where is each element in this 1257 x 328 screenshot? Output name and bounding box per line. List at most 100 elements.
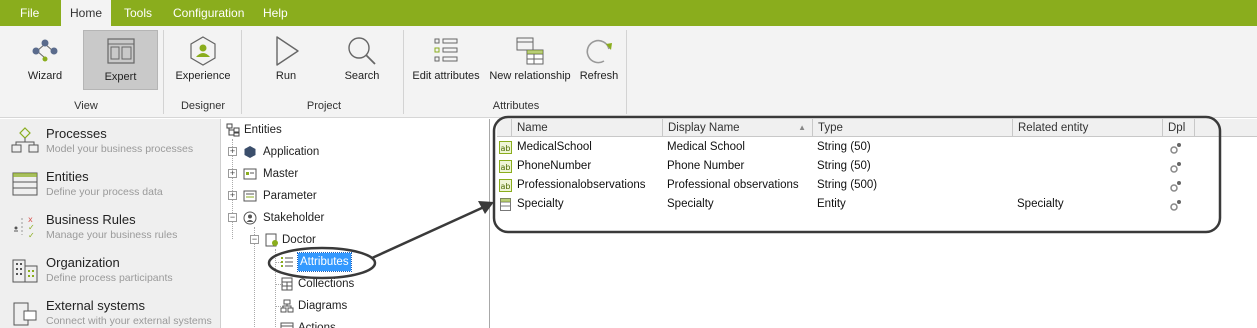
cell-name: MedicalSchool <box>517 141 592 153</box>
svg-text:✓: ✓ <box>28 231 35 240</box>
search-icon <box>345 34 379 71</box>
gear-icon[interactable] <box>1169 141 1183 155</box>
column-header-display-name[interactable]: Display Name ▲ <box>663 119 813 137</box>
external-systems-icon <box>10 297 40 327</box>
group-label-attributes: Attributes <box>492 100 540 112</box>
table-row[interactable]: Specialty Specialty Entity Specialty <box>497 195 1257 214</box>
cell-display-name: Specialty <box>667 198 714 210</box>
table-row[interactable]: ab MedicalSchool Medical School String (… <box>497 138 1257 157</box>
gear-icon[interactable] <box>1169 179 1183 193</box>
nav-item-external-systems[interactable]: External systems Connect with your exter… <box>0 291 220 328</box>
column-header-label: Display Name <box>668 122 740 134</box>
refresh-button[interactable]: Refresh <box>577 30 621 86</box>
edit-attributes-icon <box>429 34 463 71</box>
cell-name: Professionalobservations <box>517 179 646 191</box>
tree-node-label: Master <box>263 168 299 180</box>
tree-node-label: Stakeholder <box>263 212 325 224</box>
ribbon-separator <box>163 30 164 114</box>
nav-item-business-rules[interactable]: x ✓ ✓ Business Rules Manage your busines… <box>0 205 220 248</box>
actions-icon <box>280 321 294 328</box>
nav-item-processes[interactable]: Processes Model your business processes <box>0 119 220 162</box>
group-label-view: View <box>74 100 98 112</box>
table-row[interactable]: ab PhoneNumber Phone Number String (50) <box>497 157 1257 176</box>
attributes-grid: Name Display Name ▲ Type Related entity … <box>491 119 1257 328</box>
master-entity-icon <box>243 167 257 181</box>
cell-display-name: Professional observations <box>667 179 799 191</box>
stakeholder-icon <box>243 211 257 225</box>
column-header-type[interactable]: Type <box>813 119 1013 137</box>
search-button[interactable]: Search <box>334 30 390 86</box>
column-header-related-entity[interactable]: Related entity <box>1013 119 1163 137</box>
nav-title: Entities <box>46 169 89 184</box>
nav-item-entities[interactable]: Entities Define your process data <box>0 162 220 205</box>
experience-icon <box>186 34 220 71</box>
menu-file[interactable]: File <box>20 0 39 26</box>
nav-title: External systems <box>46 298 145 313</box>
edit-attributes-label: Edit attributes <box>412 70 480 82</box>
expert-icon <box>104 35 138 72</box>
diagrams-icon <box>280 299 294 313</box>
svg-text:ab: ab <box>501 144 511 153</box>
edit-attributes-button[interactable]: Edit attributes <box>410 30 482 86</box>
gear-icon[interactable] <box>1169 198 1183 212</box>
experience-button[interactable]: Experience <box>172 30 234 86</box>
nav-subtitle: Model your business processes <box>46 143 194 155</box>
nav-subtitle: Connect with your external systems <box>46 315 212 327</box>
refresh-label: Refresh <box>579 70 619 82</box>
group-label-project: Project <box>306 100 342 112</box>
tree-node-label: Application <box>263 146 320 158</box>
cell-type: String (500) <box>817 179 878 191</box>
collapse-icon[interactable]: − <box>228 213 237 222</box>
ribbon: Wizard Expert View Experience Designer R… <box>0 26 1257 118</box>
tree-node-label: Doctor <box>282 234 316 246</box>
cell-type: Entity <box>817 198 846 210</box>
entities-icon <box>10 168 40 198</box>
cell-name: Specialty <box>517 198 564 210</box>
expand-icon[interactable]: + <box>228 191 237 200</box>
nav-title: Processes <box>46 126 107 141</box>
ribbon-separator <box>241 30 242 114</box>
cell-display-name: Phone Number <box>667 160 745 172</box>
left-nav: Processes Model your business processes … <box>0 119 221 328</box>
run-label: Run <box>275 70 297 82</box>
menu-help[interactable]: Help <box>263 0 288 26</box>
expand-icon[interactable]: + <box>228 147 237 156</box>
hexagon-icon <box>243 145 257 159</box>
wizard-button[interactable]: Wizard <box>14 30 76 86</box>
expert-button[interactable]: Expert <box>83 30 158 90</box>
menu-configuration[interactable]: Configuration <box>173 0 244 26</box>
new-relationship-icon <box>513 34 547 71</box>
tree-node-label: Attributes <box>297 252 352 272</box>
menu-home[interactable]: Home <box>61 0 111 26</box>
string-attribute-icon: ab <box>499 179 512 192</box>
gear-icon[interactable] <box>1169 160 1183 174</box>
entity-attribute-icon <box>499 198 512 211</box>
grid-header: Name Display Name ▲ Type Related entity … <box>497 119 1257 137</box>
column-header-dpl[interactable]: Dpl <box>1163 119 1195 137</box>
expand-icon[interactable]: + <box>228 169 237 178</box>
column-header-name[interactable]: Name <box>512 119 663 137</box>
search-label: Search <box>344 70 380 82</box>
svg-text:ab: ab <box>501 163 511 172</box>
collapse-icon[interactable]: − <box>250 235 259 244</box>
cell-type: String (50) <box>817 160 871 172</box>
organization-icon <box>10 254 40 284</box>
ribbon-separator <box>626 30 627 114</box>
nav-subtitle: Define process participants <box>46 272 173 284</box>
run-button[interactable]: Run <box>258 30 314 86</box>
nav-item-organization[interactable]: Organization Define process participants <box>0 248 220 291</box>
run-icon <box>269 34 303 71</box>
tree-node-label: Collections <box>298 278 355 290</box>
nav-title: Organization <box>46 255 120 270</box>
menu-tools[interactable]: Tools <box>124 0 152 26</box>
cell-display-name: Medical School <box>667 141 745 153</box>
parameter-entity-icon <box>243 189 257 203</box>
entity-tree: Entities + Application + Master + Parame… <box>222 119 490 328</box>
collections-icon <box>280 277 294 291</box>
string-attribute-icon: ab <box>499 141 512 154</box>
entities-tree-icon <box>226 123 240 137</box>
new-relationship-button[interactable]: New relationship <box>487 30 573 86</box>
refresh-icon <box>582 34 616 71</box>
table-row[interactable]: ab Professionalobservations Professional… <box>497 176 1257 195</box>
ribbon-separator <box>403 30 404 114</box>
